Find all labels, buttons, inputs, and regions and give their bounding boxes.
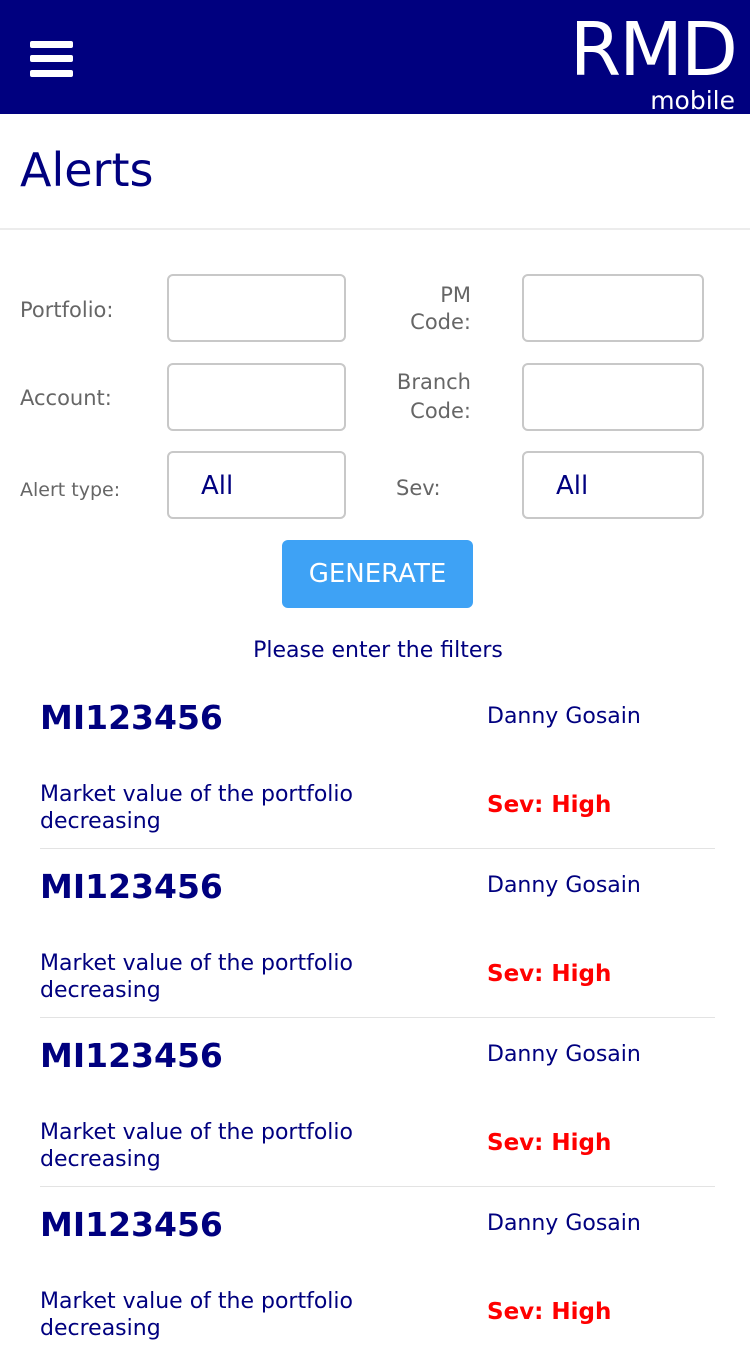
menu-line-icon (30, 55, 73, 62)
alert-type-select[interactable]: All (167, 451, 346, 519)
sev-label: Sev: (396, 476, 441, 500)
alert-client-name: Danny Gosain (487, 873, 641, 898)
title-area: Alerts (0, 114, 750, 230)
alert-client-name: Danny Gosain (487, 1042, 641, 1067)
alert-list: MI123456 Danny Gosain Market value of th… (0, 680, 750, 1356)
alert-message: Market value of the portfolio decreasing (40, 782, 353, 834)
pm-code-label-line2: Code: (410, 310, 471, 334)
alert-client-name: Danny Gosain (487, 1211, 641, 1236)
portfolio-label: Portfolio: (20, 298, 114, 322)
alert-severity: Sev: High (487, 1130, 612, 1156)
alert-item[interactable]: MI123456 Danny Gosain Market value of th… (0, 849, 750, 1018)
alert-item[interactable]: MI123456 Danny Gosain Market value of th… (0, 1187, 750, 1356)
generate-button[interactable]: GENERATE (282, 540, 473, 608)
account-input[interactable] (167, 363, 346, 431)
alert-severity: Sev: High (487, 1299, 612, 1325)
alert-type-label: Alert type: (20, 479, 121, 501)
pm-code-input[interactable] (522, 274, 704, 342)
app-logo-subtitle: mobile (650, 86, 735, 115)
alert-client-name: Danny Gosain (487, 704, 641, 729)
app-logo: RMD (569, 7, 738, 93)
alert-id: MI123456 (40, 867, 223, 906)
alert-severity: Sev: High (487, 792, 612, 818)
sev-value: All (556, 471, 589, 501)
alert-severity: Sev: High (487, 961, 612, 987)
filter-hint: Please enter the filters (253, 638, 503, 663)
app-header: RMD mobile (0, 0, 750, 115)
sev-select[interactable]: All (522, 451, 704, 519)
menu-line-icon (30, 70, 73, 77)
account-label: Account: (20, 386, 112, 410)
alert-id: MI123456 (40, 698, 223, 737)
alert-message: Market value of the portfolio decreasing (40, 1120, 353, 1172)
page-title: Alerts (20, 143, 154, 197)
alert-id: MI123456 (40, 1036, 223, 1075)
alert-message: Market value of the portfolio decreasing (40, 951, 353, 1003)
alert-item[interactable]: MI123456 Danny Gosain Market value of th… (0, 1018, 750, 1187)
branch-code-label-line1: Branch (396, 370, 471, 394)
menu-line-icon (30, 41, 73, 48)
alert-type-value: All (201, 471, 234, 501)
alert-id: MI123456 (40, 1205, 223, 1244)
branch-code-label-line2: Code: (410, 399, 471, 423)
alert-item[interactable]: MI123456 Danny Gosain Market value of th… (0, 680, 750, 849)
branch-code-input[interactable] (522, 363, 704, 431)
pm-code-label-line1: PM (440, 283, 471, 307)
hamburger-menu-icon[interactable] (30, 41, 73, 77)
portfolio-input[interactable] (167, 274, 346, 342)
